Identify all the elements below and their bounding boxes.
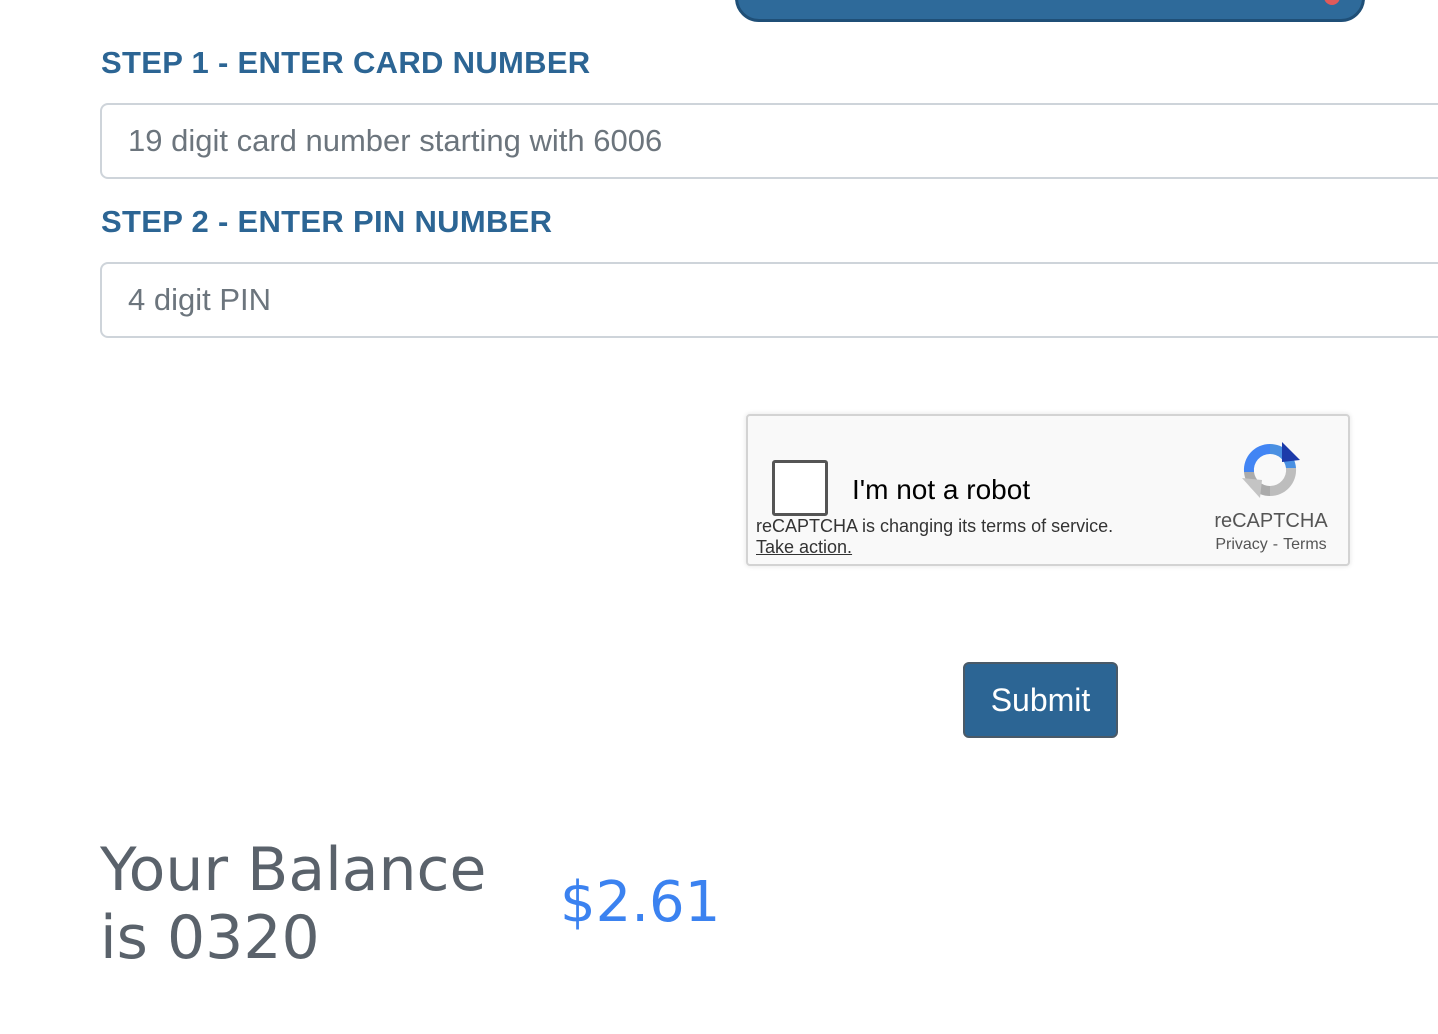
recaptcha-terms-link[interactable]: Terms bbox=[1283, 536, 1327, 553]
recaptcha-links: Privacy - Terms bbox=[1188, 536, 1354, 554]
balance-amount: $2.61 bbox=[560, 870, 721, 935]
card-number-input[interactable] bbox=[100, 103, 1438, 179]
recaptcha-logo-icon bbox=[1242, 442, 1300, 498]
recaptcha-brand: reCAPTCHA bbox=[1214, 510, 1328, 532]
recaptcha-privacy-link[interactable]: Privacy bbox=[1215, 536, 1267, 553]
pin-number-input[interactable] bbox=[100, 262, 1438, 338]
recaptcha-checkbox[interactable] bbox=[772, 460, 828, 516]
banner-indicator bbox=[1324, 0, 1340, 5]
recaptcha-widget: I'm not a robot reCAPTCHA is changing it… bbox=[746, 414, 1350, 566]
submit-button[interactable]: Submit bbox=[963, 662, 1118, 738]
top-banner bbox=[735, 0, 1365, 22]
step2-label: STEP 2 - ENTER PIN NUMBER bbox=[101, 204, 553, 239]
recaptcha-take-action-link[interactable]: Take action. bbox=[756, 537, 1113, 558]
recaptcha-notice: reCAPTCHA is changing its terms of servi… bbox=[756, 516, 1113, 558]
recaptcha-links-separator: - bbox=[1272, 536, 1279, 553]
recaptcha-checkbox-label: I'm not a robot bbox=[852, 474, 1031, 505]
balance-check-page: STEP 1 - ENTER CARD NUMBER STEP 2 - ENTE… bbox=[0, 0, 1438, 1034]
recaptcha-notice-text: reCAPTCHA is changing its terms of servi… bbox=[756, 516, 1114, 536]
balance-label: Your Balance is 0320 bbox=[100, 835, 487, 973]
step1-label: STEP 1 - ENTER CARD NUMBER bbox=[101, 45, 591, 80]
